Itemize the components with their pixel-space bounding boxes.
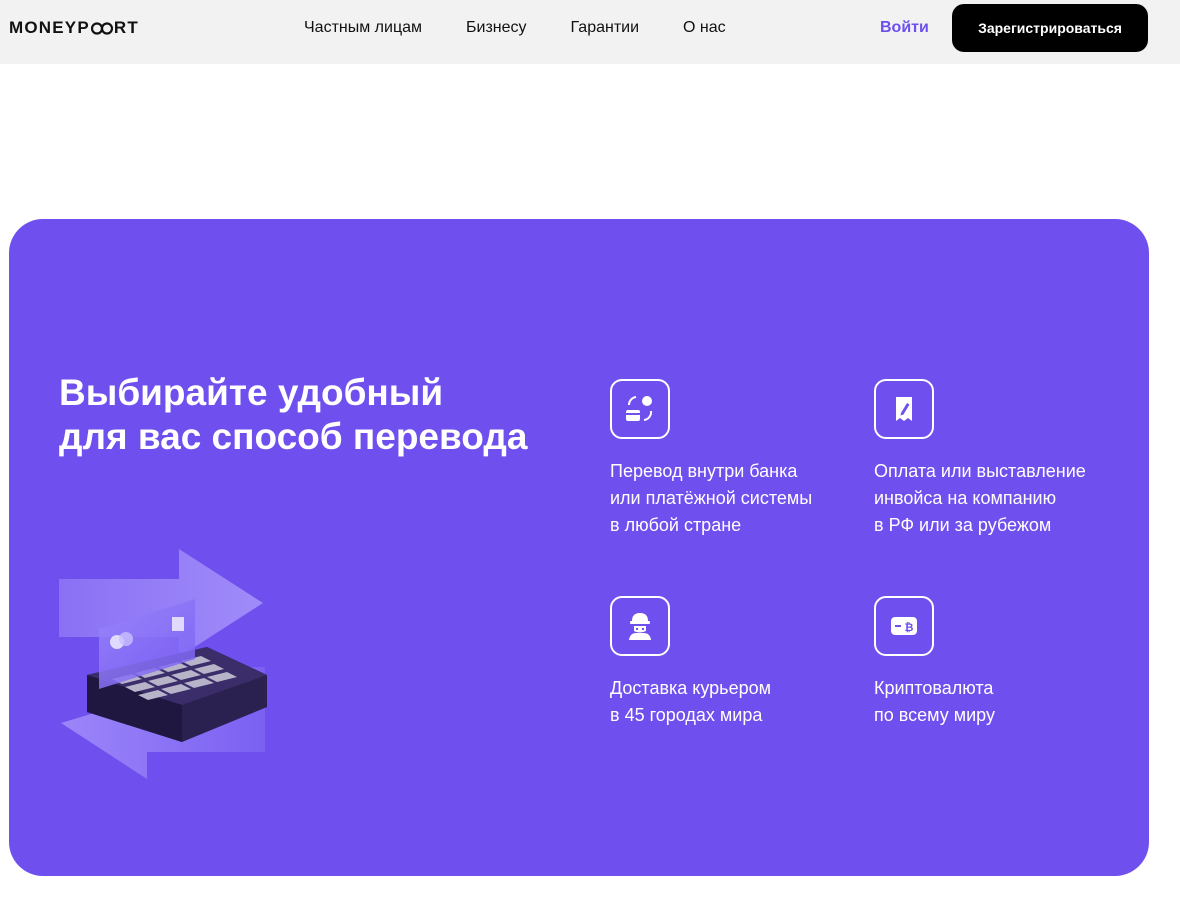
feature-bank-transfer: Перевод внутри банка или платёжной систе… [610, 379, 870, 539]
moneyport-logo[interactable]: MONEYP RT [9, 18, 139, 37]
feature-line: в любой стране [610, 515, 742, 535]
feature-text: Криптовалюта по всему миру [874, 675, 1134, 729]
nav-item-about[interactable]: О нас [683, 19, 726, 37]
headline-line-1: Выбирайте удобный [59, 372, 444, 413]
nav-item-individuals[interactable]: Частным лицам [304, 19, 422, 37]
feature-line: или платёжной системы [610, 488, 813, 508]
svg-text:₿: ₿ [905, 621, 914, 634]
feature-line: по всему миру [874, 705, 995, 725]
headline-line-2: для вас способ перевода [59, 416, 528, 457]
logo-text-left: MONEYP [9, 18, 90, 37]
feature-text: Перевод внутри банка или платёжной систе… [610, 458, 870, 539]
transfer-methods-panel: Выбирайте удобный для вас способ перевод… [9, 219, 1149, 876]
feature-line: Оплата или выставление [874, 461, 1086, 481]
crypto-icon: ₿ [874, 596, 934, 656]
bank-transfer-icon [610, 379, 670, 439]
nav-item-guarantees[interactable]: Гарантии [571, 19, 640, 37]
feature-invoice: Оплата или выставление инвойса на компан… [874, 379, 1134, 539]
invoice-icon [874, 379, 934, 439]
nav-item-business[interactable]: Бизнесу [466, 19, 527, 37]
feature-courier: Доставка курьером в 45 городах мира [610, 596, 870, 729]
logo-text-right: RT [113, 18, 139, 37]
register-button[interactable]: Зарегистрироваться [952, 4, 1148, 52]
site-header: MONEYP RT Частным лицам Бизнесу Гарантии… [0, 0, 1180, 64]
logo-infinity-icon [90, 21, 113, 35]
section-headline: Выбирайте удобный для вас способ перевод… [59, 371, 579, 459]
login-link[interactable]: Войти [880, 19, 929, 37]
courier-icon [610, 596, 670, 656]
card-terminal-illustration [57, 547, 287, 792]
feature-line: Перевод внутри банка [610, 461, 798, 481]
feature-text: Оплата или выставление инвойса на компан… [874, 458, 1134, 539]
feature-text: Доставка курьером в 45 городах мира [610, 675, 870, 729]
feature-line: Криптовалюта [874, 678, 994, 698]
feature-line: Доставка курьером [610, 678, 771, 698]
feature-crypto: ₿ Криптовалюта по всему миру [874, 596, 1134, 729]
main-nav: Частным лицам Бизнесу Гарантии О нас [304, 19, 726, 37]
feature-line: в 45 городах мира [610, 705, 763, 725]
feature-line: инвойса на компанию [874, 488, 1057, 508]
feature-line: в РФ или за рубежом [874, 515, 1052, 535]
